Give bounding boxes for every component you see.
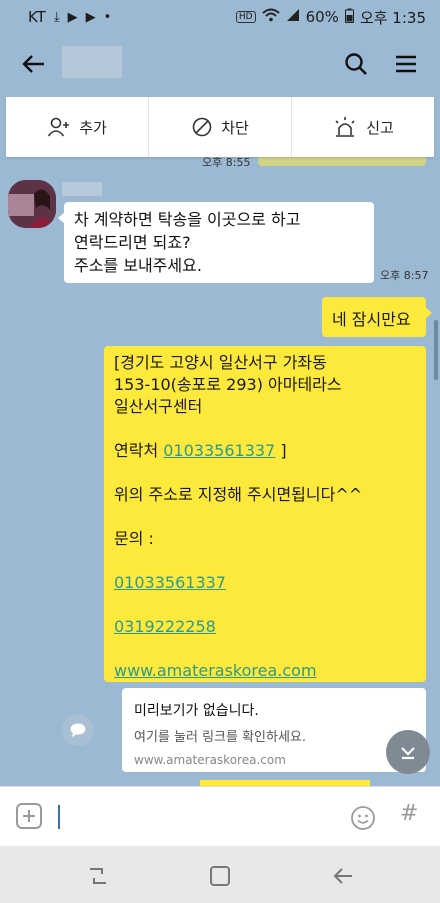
website-link[interactable]: www.amateraskorea.com (114, 661, 317, 680)
attach-button[interactable] (16, 803, 42, 829)
contact-bracket: ] (275, 441, 287, 460)
text-input-cursor[interactable] (58, 805, 60, 829)
report-button[interactable]: 신고 (292, 97, 434, 157)
add-friend-label: 추가 (79, 118, 107, 137)
download-icon: ⤓ (53, 9, 60, 25)
address-line: 일산서구센터 (114, 397, 203, 416)
recent-apps-icon (90, 868, 106, 884)
signal-icon (286, 8, 300, 26)
contact-phone-link[interactable]: 01033561337 (163, 441, 275, 460)
home-icon (210, 866, 230, 886)
back-button[interactable] (18, 48, 50, 80)
hashtag-search-button[interactable]: # (400, 801, 418, 826)
battery-icon (344, 8, 354, 27)
message-line: 연락드리면 되죠? (74, 233, 191, 252)
phone-link[interactable]: 01033561337 (114, 573, 226, 592)
friend-action-bar: 추가 차단 신고 (6, 97, 434, 157)
message-input-bar: # (0, 786, 440, 846)
sender-name-redacted (62, 182, 102, 196)
preview-url: www.amateraskorea.com (134, 753, 286, 767)
contact-line: 연락처 01033561337 ] (114, 440, 416, 462)
wifi-icon (261, 8, 280, 26)
clock: 오후 1:35 (359, 8, 426, 27)
preview-subtitle: 여기를 눌러 링크를 확인하세요. (134, 730, 307, 745)
block-label: 차단 (221, 118, 249, 137)
menu-button[interactable] (392, 50, 420, 78)
app-notification-icon: ▶ (67, 9, 78, 25)
carrier-label: KT (28, 8, 46, 26)
contact-label: 연락처 (114, 441, 164, 460)
back-nav-button[interactable] (332, 864, 356, 888)
add-friend-button[interactable]: 추가 (6, 97, 149, 157)
search-button[interactable] (342, 50, 370, 78)
phone-link[interactable]: 0319222258 (114, 617, 216, 636)
notice-text: 위의 주소로 지정해 주시면됩니다^^ (114, 485, 363, 504)
home-button[interactable] (208, 864, 232, 888)
speech-bubble-icon (70, 723, 86, 737)
emoticon-button[interactable] (350, 805, 376, 831)
block-icon (192, 117, 212, 137)
outgoing-message[interactable]: 네 잠시만요 (322, 297, 432, 337)
chevron-down-icon (401, 747, 415, 760)
dot-icon: • (103, 9, 112, 25)
outgoing-address-message[interactable]: [경기도 고양시 일산서구 가좌동 153-10(송포로 293) 아마테라스 … (104, 346, 426, 682)
hamburger-icon (396, 55, 416, 73)
search-icon (345, 53, 367, 75)
message-line: 주소를 보내주세요. (74, 256, 202, 275)
smiley-icon (351, 806, 375, 830)
back-nav-icon (333, 868, 352, 884)
chat-header (0, 34, 440, 92)
message-line: 차 계약하면 탁송을 이곳으로 하고 (74, 210, 301, 229)
scroll-to-bottom-button[interactable] (386, 730, 430, 774)
message-time: 오후 8:57 (380, 269, 429, 282)
share-button[interactable] (62, 714, 94, 746)
back-arrow-icon (22, 55, 44, 73)
app-notification-icon-2: ▶ (85, 9, 96, 25)
incoming-message[interactable]: 차 계약하면 탁송을 이곳으로 하고 연락드리면 되죠? 주소를 보내주세요. (58, 202, 374, 283)
system-navigation-bar (0, 846, 440, 903)
block-button[interactable]: 차단 (149, 97, 292, 157)
inquiry-label: 문의 : (114, 529, 154, 548)
add-user-icon (48, 117, 70, 137)
battery-level: 60% (305, 8, 339, 26)
siren-icon (335, 117, 355, 137)
link-preview-card[interactable]: 미리보기가 없습니다. 여기를 눌러 링크를 확인하세요. www.amater… (122, 688, 426, 772)
profile-image (8, 180, 56, 228)
message-text: 네 잠시만요 (332, 310, 411, 329)
address-line: 153-10(송포로 293) 아마테라스 (114, 375, 342, 394)
chat-name-redacted (62, 46, 122, 78)
report-label: 신고 (366, 118, 394, 137)
hd-icon: HD (235, 11, 256, 23)
address-line: [경기도 고양시 일산서구 가좌동 (114, 353, 327, 372)
avatar[interactable] (8, 180, 56, 228)
recent-apps-button[interactable] (86, 864, 110, 888)
status-bar: KT ⤓ ▶ ▶ • HD 60% 오후 1:35 (0, 0, 440, 34)
plus-icon (23, 810, 35, 822)
scrollbar[interactable] (434, 320, 438, 380)
preview-title: 미리보기가 없습니다. (134, 703, 259, 719)
